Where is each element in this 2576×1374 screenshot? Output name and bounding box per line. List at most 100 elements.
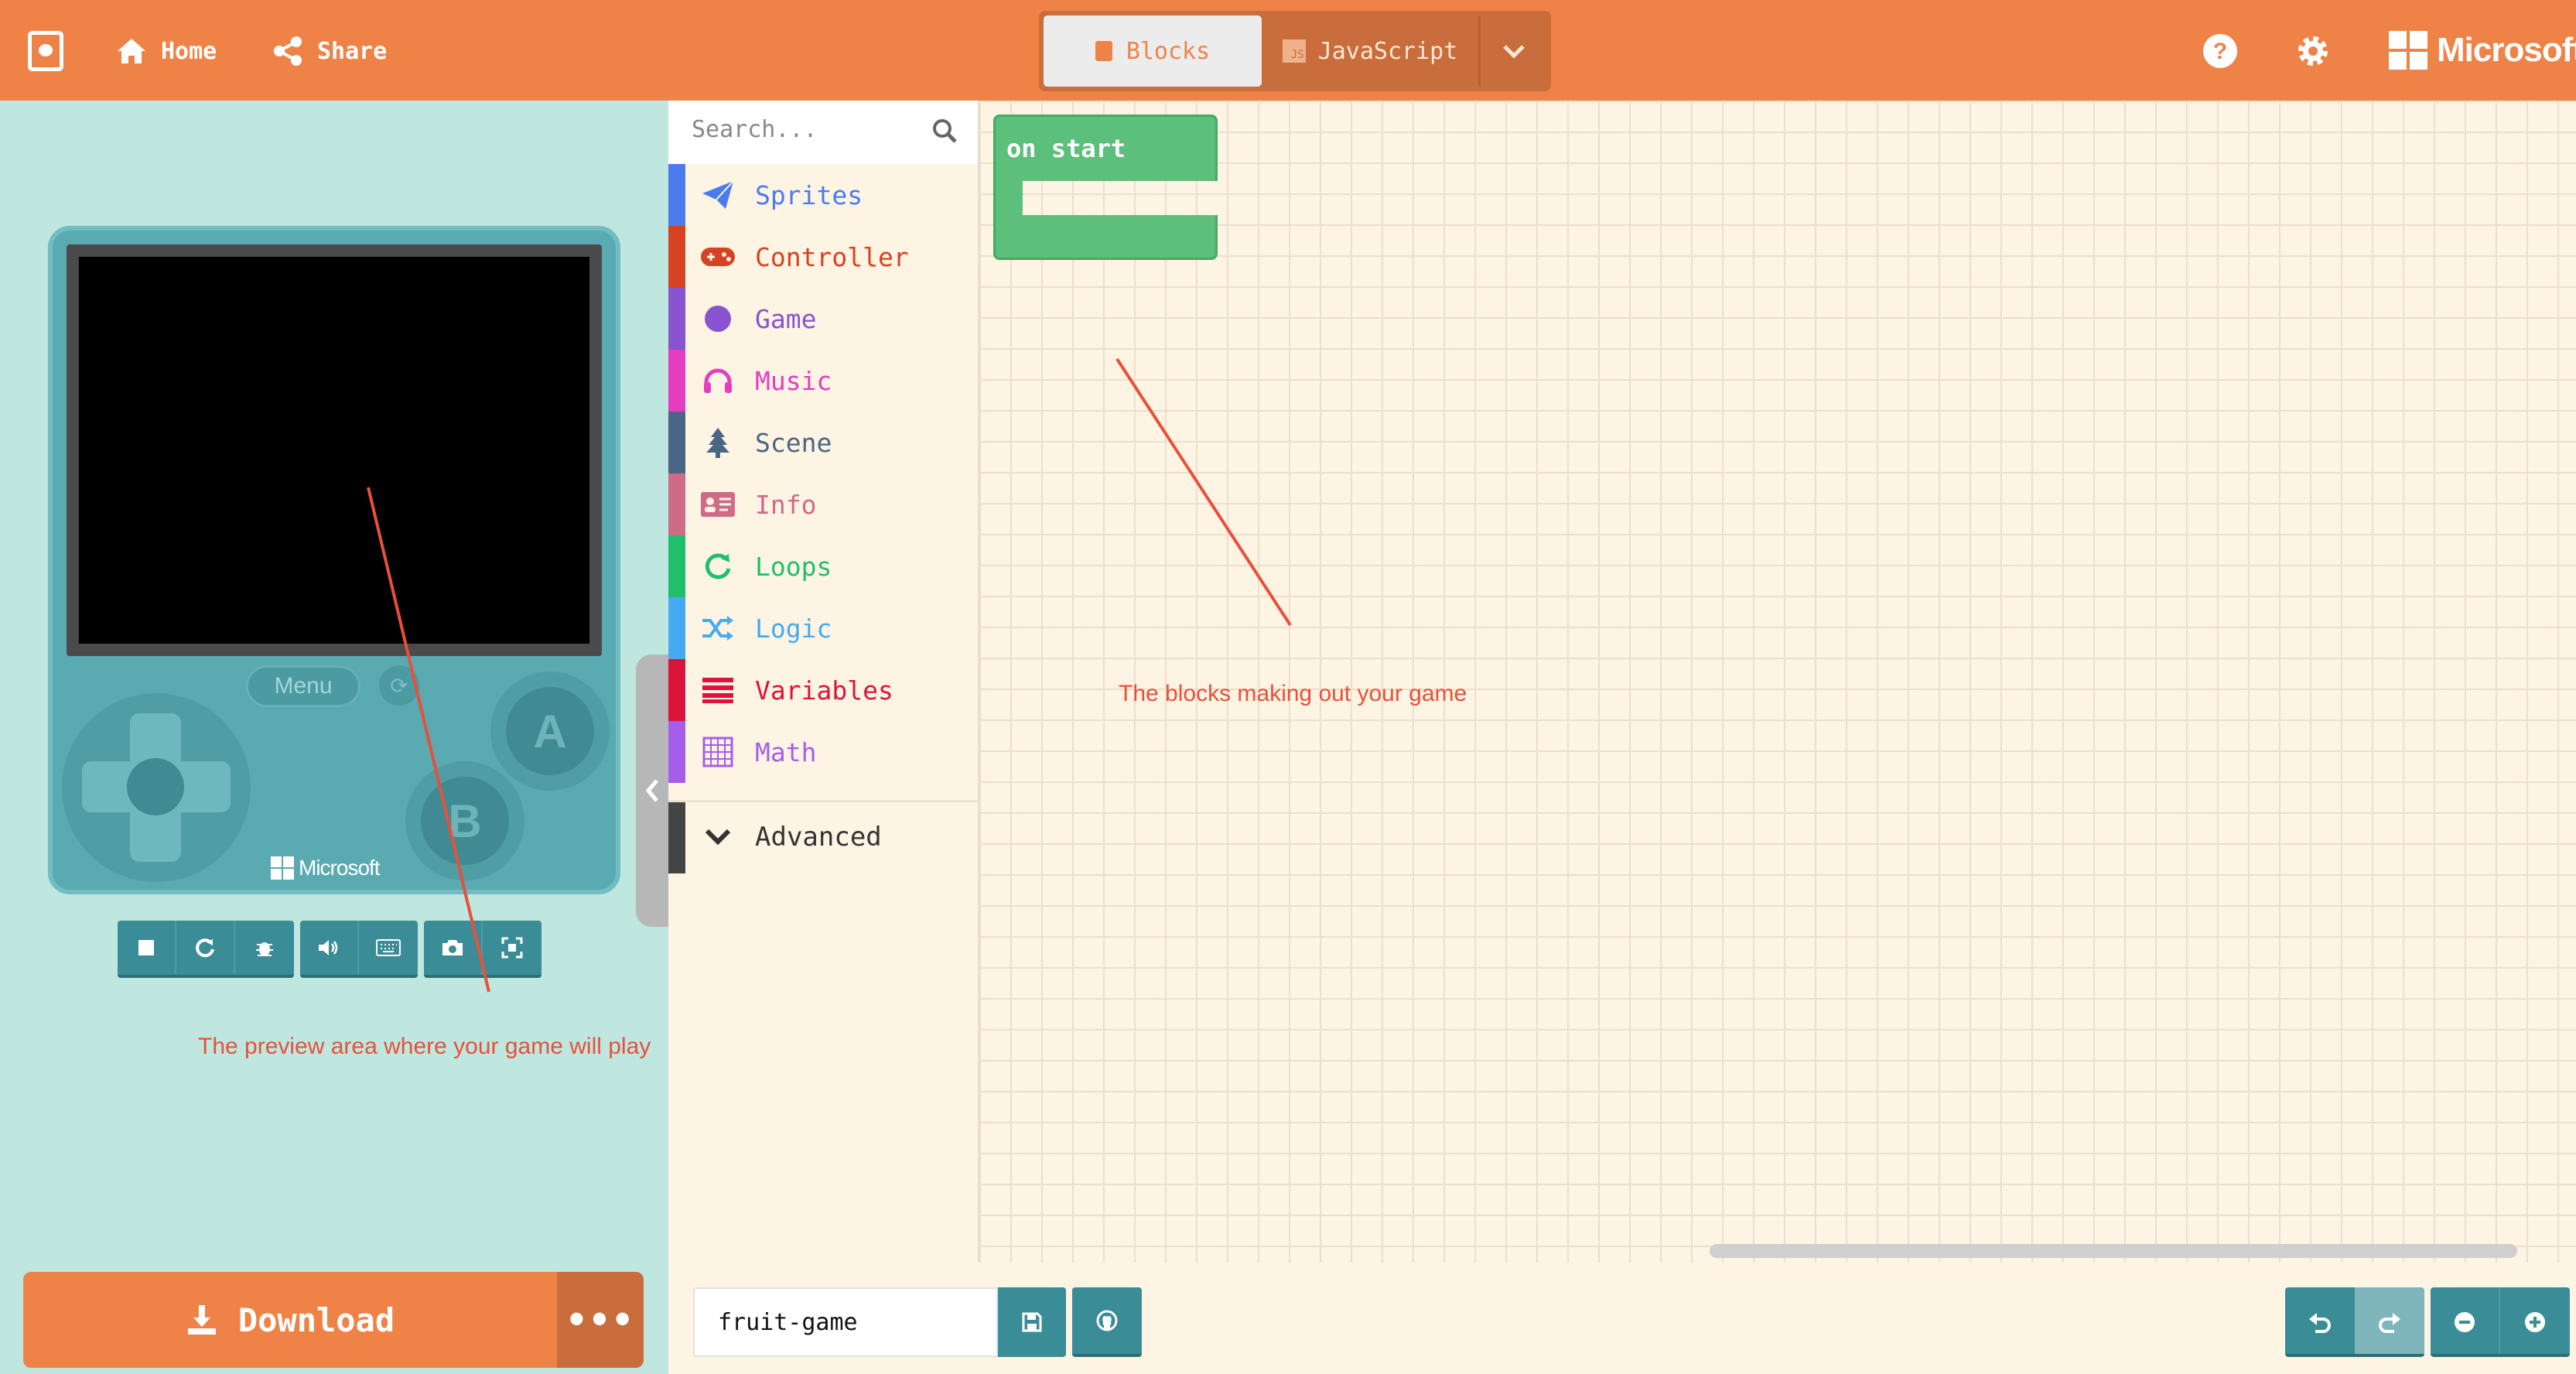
horizontal-scrollbar[interactable]: [1710, 1244, 2517, 1258]
category-label: Controller: [755, 241, 909, 272]
category-label: Music: [755, 365, 832, 396]
undo-redo-group: [2285, 1287, 2424, 1357]
on-start-block-bottom[interactable]: [993, 215, 1218, 260]
sim-group-io: [300, 921, 418, 978]
game-screen[interactable]: [79, 257, 589, 644]
fullscreen-icon: [501, 937, 523, 959]
top-bar: Home Share Blocks JS JavaScript ? Micros…: [0, 0, 2576, 101]
home-button[interactable]: Home: [116, 31, 217, 71]
id-card-icon: [699, 486, 736, 523]
microsoft-logo[interactable]: Microsoft: [2389, 31, 2576, 70]
category-loops[interactable]: Loops: [668, 535, 978, 597]
stop-button[interactable]: [118, 921, 176, 975]
restart-button[interactable]: [176, 921, 235, 975]
category-music[interactable]: Music: [668, 350, 978, 412]
category-game[interactable]: Game: [668, 288, 978, 350]
arcade-logo-icon[interactable]: [28, 31, 63, 71]
advanced-label: Advanced: [755, 821, 882, 853]
button-b[interactable]: B: [421, 777, 509, 865]
tab-javascript-label: JavaScript: [1317, 37, 1458, 65]
dpad-center: [127, 758, 184, 815]
annotation-blocks: The blocks making out your game: [1119, 681, 1467, 706]
category-variables[interactable]: Variables: [668, 659, 978, 721]
device-brand-label: Microsoft: [299, 856, 381, 880]
button-b-ring: B: [405, 761, 524, 880]
dpad[interactable]: [62, 693, 251, 882]
fullscreen-button[interactable]: [483, 921, 542, 975]
device-brand: Microsoft: [271, 856, 381, 880]
home-icon: [118, 39, 145, 63]
zoom-in-icon: [2525, 1312, 2545, 1332]
category-logic[interactable]: Logic: [668, 597, 978, 659]
category-info[interactable]: Info: [668, 473, 978, 535]
category-label: Math: [755, 737, 817, 767]
tab-blocks[interactable]: Blocks: [1044, 15, 1262, 87]
collapse-simulator-button[interactable]: [636, 655, 668, 927]
search-input[interactable]: Search...: [692, 116, 818, 143]
category-advanced[interactable]: Advanced: [668, 800, 978, 873]
project-name-input[interactable]: fruit-game: [693, 1287, 998, 1357]
editor-dropdown[interactable]: [1478, 15, 1546, 87]
category-color-bar: [668, 412, 685, 473]
download-label: Download: [237, 1301, 395, 1339]
mute-button[interactable]: [300, 921, 359, 975]
category-sprites[interactable]: Sprites: [668, 164, 978, 226]
search-icon[interactable]: [931, 118, 958, 144]
keyboard-button[interactable]: [359, 921, 418, 975]
category-label: Sprites: [755, 179, 863, 210]
stop-icon: [138, 940, 154, 955]
category-math[interactable]: Math: [668, 721, 978, 783]
chevron-down-icon: [1502, 45, 1525, 59]
category-color-bar: [668, 226, 685, 288]
refresh-icon: [699, 548, 736, 585]
screenshot-button[interactable]: [424, 921, 483, 975]
download-icon: [187, 1305, 216, 1335]
category-label: Variables: [755, 675, 893, 706]
gear-icon[interactable]: [2294, 32, 2332, 70]
menu-label: Menu: [274, 673, 333, 699]
calculator-icon: [699, 733, 736, 771]
on-start-label: on start: [1006, 134, 1126, 163]
javascript-icon: JS: [1282, 39, 1306, 63]
zoom-in-button[interactable]: [2500, 1287, 2570, 1354]
simulator-toolbar: [118, 921, 548, 978]
debug-button[interactable]: [235, 921, 294, 975]
simulator-panel: Menu ⟳ A B Microsoft Download •••: [0, 101, 668, 1374]
help-icon[interactable]: ?: [2202, 32, 2239, 70]
redo-button[interactable]: [2355, 1287, 2424, 1354]
microsoft-label: Microsoft: [2437, 31, 2576, 69]
sim-group-run: [118, 921, 294, 978]
tree-icon: [699, 424, 736, 461]
download-more-button[interactable]: •••: [557, 1272, 644, 1368]
on-start-block[interactable]: on start: [993, 114, 1218, 181]
category-color-bar: [668, 535, 685, 597]
category-color-bar: [668, 721, 685, 783]
category-color-bar: [668, 597, 685, 659]
share-button[interactable]: Share: [272, 31, 387, 71]
button-a[interactable]: A: [506, 687, 594, 775]
menu-button[interactable]: Menu: [246, 665, 360, 707]
category-color-bar: [668, 473, 685, 535]
category-color-bar: [668, 802, 685, 873]
category-scene[interactable]: Scene: [668, 412, 978, 473]
zoom-out-button[interactable]: [2431, 1287, 2500, 1354]
category-label: Loops: [755, 551, 832, 582]
category-controller[interactable]: Controller: [668, 226, 978, 288]
category-color-bar: [668, 659, 685, 721]
reset-button[interactable]: ⟳: [379, 665, 419, 706]
category-list: Sprites Controller Game Music Scene Info: [668, 164, 978, 1374]
undo-button[interactable]: [2285, 1287, 2355, 1354]
share-label: Share: [317, 37, 388, 65]
save-button[interactable]: [998, 1287, 1066, 1357]
shuffle-icon: [699, 610, 736, 647]
gamepad-icon: [699, 238, 736, 275]
chevron-down-icon: [699, 819, 736, 856]
tab-javascript[interactable]: JS JavaScript: [1262, 15, 1478, 87]
download-button[interactable]: Download: [23, 1272, 557, 1368]
tab-blocks-label: Blocks: [1126, 37, 1211, 65]
share-icon: [274, 36, 302, 66]
category-label: Info: [755, 489, 817, 520]
puzzle-icon: [1095, 41, 1112, 61]
github-button[interactable]: [1072, 1287, 1142, 1357]
toolbox-search[interactable]: Search...: [668, 101, 978, 164]
